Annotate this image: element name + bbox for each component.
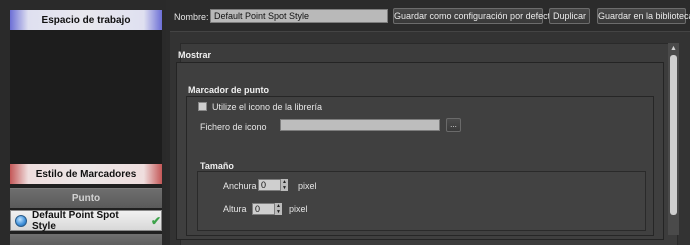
- name-input[interactable]: Default Point Spot Style: [210, 9, 388, 23]
- browse-button[interactable]: ...: [446, 118, 461, 132]
- size-section-title: Tamaño: [200, 161, 234, 171]
- sidebar: Espacio de trabajo Estilo de Marcadores …: [10, 10, 162, 245]
- style-item-label: Default Point Spot Style: [32, 209, 119, 232]
- point-dot-icon: [15, 214, 27, 227]
- scroll-thumb[interactable]: [670, 55, 677, 215]
- height-value: 0: [255, 204, 261, 214]
- width-spin-arrows-icon[interactable]: ▲ ▼: [280, 179, 288, 191]
- next-category-header[interactable]: [10, 234, 162, 245]
- scroll-up-arrow-icon[interactable]: ▲: [668, 43, 679, 54]
- category-punto-header[interactable]: Punto: [10, 188, 162, 208]
- width-value: 0: [261, 180, 267, 190]
- point-marker-title: Marcador de punto: [188, 85, 270, 95]
- category-punto-label: Punto: [71, 193, 101, 204]
- width-stepper[interactable]: 0 ▲ ▼: [258, 179, 288, 191]
- icon-file-input[interactable]: [280, 119, 440, 131]
- workspace-header-label: Espacio de trabajo: [41, 14, 131, 26]
- save-as-default-button[interactable]: Guardar como configuración por defecto: [393, 8, 555, 24]
- icon-file-label: Fichero de icono: [200, 122, 267, 132]
- show-section-title: Mostrar: [178, 50, 212, 60]
- workspace-list[interactable]: [10, 30, 162, 164]
- width-label: Anchura: [223, 181, 257, 191]
- use-library-icon-checkbox[interactable]: [198, 102, 207, 111]
- save-to-library-button[interactable]: Guardar en la biblioteca: [597, 8, 690, 24]
- width-unit-label: pixel: [298, 181, 317, 191]
- markers-style-header-label: Estilo de Marcadores: [35, 168, 137, 180]
- use-library-icon-label: Utilize el icono de la librería: [212, 102, 323, 112]
- style-list-item-selected[interactable]: Default Point Spot Style ✔: [10, 209, 162, 232]
- checkmark-icon: ✔: [150, 213, 161, 228]
- settings-panel: ▲ Mostrar Marcador de punto Utilize el i…: [170, 31, 690, 245]
- workspace-header[interactable]: Espacio de trabajo: [10, 10, 162, 30]
- vertical-scrollbar[interactable]: ▲: [668, 43, 679, 235]
- height-spin-arrows-icon[interactable]: ▲ ▼: [274, 203, 282, 215]
- height-stepper[interactable]: 0 ▲ ▼: [252, 203, 282, 215]
- markers-style-header[interactable]: Estilo de Marcadores: [10, 164, 162, 184]
- duplicate-button[interactable]: Duplicar: [549, 8, 590, 24]
- name-label: Nombre:: [174, 12, 209, 22]
- left-panel: Espacio de trabajo Estilo de Marcadores …: [0, 0, 166, 245]
- height-label: Altura: [223, 204, 247, 214]
- height-unit-label: pixel: [289, 204, 308, 214]
